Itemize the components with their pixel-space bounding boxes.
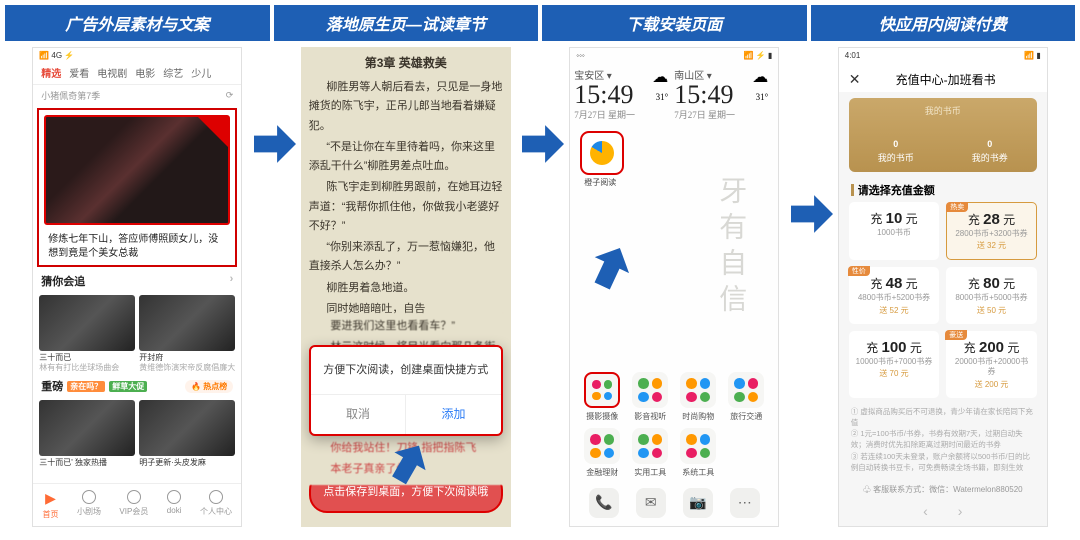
refresh-icon[interactable]: ⟳ (226, 90, 234, 101)
status-bar: 📶 4G ⚡ (33, 48, 241, 63)
folder-5[interactable]: 实用工具 (628, 428, 672, 478)
phone-ad-material: 📶 4G ⚡ 精选 爱看 电视剧 电影 综艺 少儿 小猪佩奇第7季⟳ 修炼七年下… (32, 47, 242, 527)
reader-para: 柳胜男着急地道。 (309, 279, 503, 298)
nav-home[interactable]: ▶首页 (42, 490, 58, 520)
dock-message-icon[interactable]: ✉ (636, 488, 666, 518)
nav-item[interactable]: 小剧场 (77, 490, 101, 520)
weather-icon: ☁31° (652, 67, 674, 121)
clock-right: 15:49 (674, 82, 752, 108)
dock-camera-icon[interactable]: 📷 (683, 488, 713, 518)
rec-card[interactable]: 开封府黄维德饰演宋帝反腐倡廉大 (139, 295, 235, 372)
reader-para: “你别来添乱了，万一惹恼嫌犯，他直接杀人怎么办？” (309, 238, 503, 277)
reader-para: 柳胜男等人朝后看去，只见是一身地摊货的陈飞宇，正吊儿郎当地看着嫌疑犯。 (309, 78, 503, 136)
reader-para: “不是让你在车里待着吗，你来这里添乱干什么”柳胜男差点吐血。 (309, 138, 503, 177)
stage-header-4: 快应用内阅读付费 (811, 5, 1076, 41)
nav-item[interactable]: VIP会员 (119, 490, 148, 520)
folder-2[interactable]: 时尚购物 (676, 372, 720, 422)
pager: ‹ › (839, 498, 1047, 524)
flow-arrow-icon (254, 125, 296, 163)
date-left: 7月27日 星期一 (574, 108, 652, 121)
pager-prev[interactable]: ‹ (923, 503, 928, 519)
balance-banner: 我的书币 0我的书币 0我的书券 (849, 98, 1037, 172)
section-rec: 猜你会追 › (33, 269, 241, 293)
promo-tag: 鲜草大促 (109, 381, 147, 392)
wallpaper-text: 牙有自信 (710, 176, 750, 320)
reader-para: 陈飞宇走到柳胜男跟前，在她耳边轻声道：“我帮你抓住他，你做我小老婆好不好？” (309, 178, 503, 236)
status-bar: ◦◦◦📶 ⚡ ▮ (570, 48, 778, 63)
bottom-nav: ▶首页 小剧场 VIP会员 doki 个人中心 (33, 483, 241, 526)
sub-header: 小猪佩奇第7季⟳ (33, 85, 241, 106)
status-bar: 4:01📶 ▮ (839, 48, 1047, 63)
dialog-add-button[interactable]: 添加 (405, 395, 501, 434)
recharge-option[interactable]: 充 80 元8000书币+5000书券送 50 元 (946, 267, 1037, 323)
dialog-cancel-button[interactable]: 取消 (311, 395, 406, 434)
rec-card[interactable]: 三十而已' 独家热播 (39, 400, 135, 468)
flow-arrow-icon (791, 195, 833, 233)
close-button[interactable]: ✕ (849, 71, 861, 88)
recharge-option[interactable]: 性价充 48 元4800书币+5200书券送 52 元 (849, 267, 940, 323)
dock-phone-icon[interactable]: 📞 (589, 488, 619, 518)
folder-0[interactable]: 摄影摄像 (580, 372, 624, 422)
folder-3[interactable]: 旅行交通 (724, 372, 768, 422)
folder-6[interactable]: 系统工具 (676, 428, 720, 478)
clock-left: 15:49 (574, 82, 652, 108)
recharge-option[interactable]: 热卖充 28 元2800书币+3200书券送 32 元 (946, 202, 1037, 260)
phone-homescreen: ◦◦◦📶 ⚡ ▮ 宝安区 ▾ 15:49 7月27日 星期一 ☁31° 南山区 … (569, 47, 779, 527)
reader-app-icon[interactable] (580, 131, 624, 175)
recharge-option[interactable]: 豪送充 200 元20000书币+20000书券送 200 元 (946, 331, 1037, 398)
folder-1[interactable]: 影音视听 (628, 372, 672, 422)
top-tabs: 精选 爱看 电视剧 电影 综艺 少儿 (33, 63, 241, 85)
chapter-title: 第3章 英雄救美 (309, 53, 503, 74)
weather-icon: ☁31° (752, 67, 774, 121)
service-contact: ♧ 客服联系方式：微信：Watermelon880520 (839, 481, 1047, 498)
stage-header-3: 下载安装页面 (542, 5, 807, 41)
tab-item[interactable]: 电影 (135, 65, 155, 80)
promo-tag: 亲在吗？ (67, 381, 105, 392)
tab-item[interactable]: 爱看 (69, 65, 89, 80)
dock-more-icon[interactable]: ⋯ (730, 488, 760, 518)
flow-arrow-icon (585, 240, 637, 294)
flow-arrow-icon (522, 125, 564, 163)
section-heavy: 重磅 (41, 378, 63, 394)
stage-header-1: 广告外层素材与文案 (5, 5, 270, 41)
page-title: 充值中心-加班看书 (868, 71, 1036, 88)
recharge-option[interactable]: 充 100 元10000书币+7000书券送 70 元 (849, 331, 940, 398)
phone-landing-reader: 第3章 英雄救美 柳胜男等人朝后看去，只见是一身地摊货的陈飞宇，正吊儿郎当地看着… (301, 47, 511, 527)
tab-featured[interactable]: 精选 (41, 65, 61, 80)
stage-header-2: 落地原生页—试读章节 (274, 5, 539, 41)
pager-next[interactable]: › (958, 503, 963, 519)
phone-recharge: 4:01📶 ▮ ✕ 充值中心-加班看书 我的书币 0我的书币 0我的书券 请选择… (838, 47, 1048, 527)
rec-card[interactable]: 三十而已林有有打比坐球场曲会 (39, 295, 135, 372)
tab-item[interactable]: 综艺 (163, 65, 183, 80)
nav-item[interactable]: 个人中心 (200, 490, 232, 520)
ad-caption: 修炼七年下山，答应师傅照顾女儿，没想到竟是个美女总裁 (40, 229, 234, 264)
recharge-notes: ① 虚拟商品购买后不可退换，青少年请在家长陪同下充值② 1元=100书币/书券，… (839, 398, 1047, 482)
shortcut-dialog: 方便下次阅读，创建桌面快捷方式 取消 添加 (309, 345, 503, 436)
recharge-option[interactable]: 充 10 元1000书币 (849, 202, 940, 260)
tab-item[interactable]: 电视剧 (97, 65, 127, 80)
nav-item[interactable]: doki (167, 490, 182, 520)
rec-card[interactable]: 明子更新·头皮发麻 (139, 400, 235, 468)
hot-button[interactable]: 🔥 热点榜 (185, 380, 233, 393)
ad-hero-image[interactable] (44, 115, 230, 225)
date-right: 7月27日 星期一 (674, 108, 752, 121)
tab-item[interactable]: 少儿 (191, 65, 211, 80)
corner-ribbon (198, 117, 228, 147)
folder-4[interactable]: 金融理财 (580, 428, 624, 478)
dialog-title: 方便下次阅读，创建桌面快捷方式 (311, 347, 501, 394)
recharge-select-label: 请选择充值金额 (851, 182, 1035, 198)
